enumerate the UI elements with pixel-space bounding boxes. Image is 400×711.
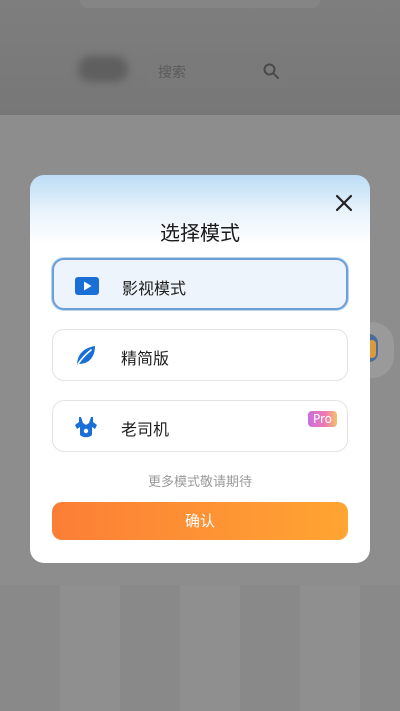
option-label: 精简版 xyxy=(121,349,170,368)
pro-badge: Pro xyxy=(307,411,337,427)
leaf-icon xyxy=(73,343,99,369)
play-icon xyxy=(74,273,100,299)
dialog-title: 选择模式 xyxy=(160,221,240,245)
option-label: 影视模式 xyxy=(122,279,187,298)
search-icon xyxy=(262,62,280,84)
background-status-strip xyxy=(80,0,320,8)
option-movie-mode[interactable]: 影视模式 xyxy=(52,258,348,310)
bodysuit-icon xyxy=(73,414,99,440)
option-label: 老司机 xyxy=(121,420,170,439)
background-footer-pattern xyxy=(0,585,400,711)
more-modes-hint: 更多模式敬请期待 xyxy=(147,475,252,490)
screen: 搜索 选择模式 影视模式 精简版 老司机 Pro 更多模式敬请期待 确认 xyxy=(0,0,400,711)
background-logo xyxy=(78,56,128,82)
mode-select-dialog: 选择模式 影视模式 精简版 老司机 Pro 更多模式敬请期待 确认 xyxy=(30,175,370,563)
option-lite-version[interactable]: 精简版 xyxy=(52,329,348,381)
option-veteran-driver[interactable]: 老司机 Pro xyxy=(52,400,348,452)
close-icon[interactable] xyxy=(332,191,356,215)
background-search-placeholder: 搜索 xyxy=(158,65,186,81)
confirm-button[interactable]: 确认 xyxy=(52,502,348,540)
